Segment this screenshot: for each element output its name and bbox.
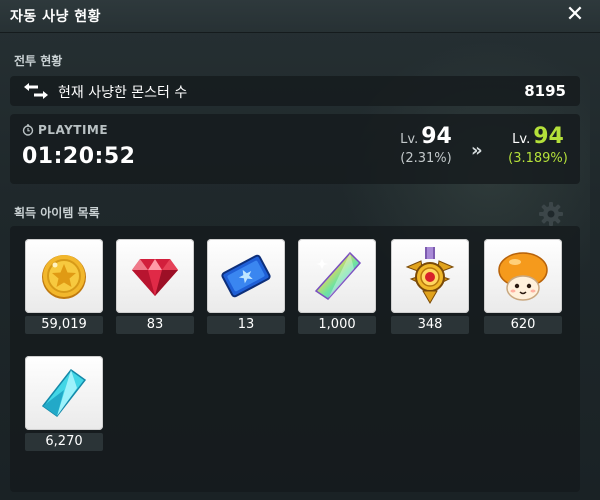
item-count: 1,000 xyxy=(298,316,376,334)
title-bar: 자동 사냥 현황 ✕ xyxy=(0,0,600,33)
level-after-number: 94 xyxy=(533,124,564,149)
item-count: 13 xyxy=(207,316,285,334)
item-count: 83 xyxy=(116,316,194,334)
item-icon-frame xyxy=(207,239,285,313)
clock-icon xyxy=(22,124,34,136)
items-section-label: 획득 아이템 목록 xyxy=(14,206,100,220)
item-icon-frame xyxy=(484,239,562,313)
item-count: 620 xyxy=(484,316,562,334)
level-before-prefix: Lv. xyxy=(400,132,419,147)
auto-hunt-status-window: 자동 사냥 현황 ✕ 전투 현황 현재 사냥한 몬스터 수 8195 PLAYT… xyxy=(0,0,600,500)
close-button[interactable]: ✕ xyxy=(562,2,588,28)
item-slot-medal[interactable]: 348 xyxy=(391,239,469,334)
items-panel: 59,019 83 13 1,000 348 620 6,270 xyxy=(10,226,580,492)
item-slot-orange-mushroom[interactable]: 620 xyxy=(484,239,562,334)
item-count: 6,270 xyxy=(25,433,103,451)
level-after: Lv. 94 (3.189%) xyxy=(498,124,578,166)
item-slot-cyan-crystal[interactable]: 6,270 xyxy=(25,356,103,451)
item-icon-frame xyxy=(116,239,194,313)
item-icon-frame xyxy=(25,239,103,313)
cyan-crystal-icon xyxy=(41,368,87,418)
monster-count-value: 8195 xyxy=(524,82,566,100)
gear-icon[interactable] xyxy=(537,200,565,228)
swap-arrows-icon xyxy=(24,83,48,99)
playtime-panel: PLAYTIME 01:20:52 Lv. 94 (2.31%) » Lv. 94 … xyxy=(10,114,580,184)
monster-count-label: 현재 사냥한 몬스터 수 xyxy=(58,85,188,101)
item-count: 348 xyxy=(391,316,469,334)
level-progress-arrow: » xyxy=(471,140,483,161)
level-before-number: 94 xyxy=(421,124,452,149)
item-icon-frame xyxy=(391,239,469,313)
battle-section-label: 전투 현황 xyxy=(14,54,63,68)
rainbow-crystal-icon xyxy=(314,251,362,300)
red-gem-icon xyxy=(132,259,178,296)
playtime-label: PLAYTIME xyxy=(38,123,109,137)
monster-count-row: 현재 사냥한 몬스터 수 8195 xyxy=(10,76,580,106)
item-slot-red-gem[interactable]: 83 xyxy=(116,239,194,334)
item-slot-blue-ticket[interactable]: 13 xyxy=(207,239,285,334)
level-before: Lv. 94 (2.31%) xyxy=(386,124,466,166)
medal-icon xyxy=(405,247,455,304)
blue-ticket-icon xyxy=(221,254,271,298)
item-count: 59,019 xyxy=(25,316,103,334)
orange-mushroom-icon xyxy=(498,252,548,301)
window-title: 자동 사냥 현황 xyxy=(10,9,102,25)
level-before-percent: (2.31%) xyxy=(400,151,452,166)
level-after-prefix: Lv. xyxy=(512,132,531,147)
playtime-value: 01:20:52 xyxy=(22,144,136,169)
item-slot-gold-coin[interactable]: 59,019 xyxy=(25,239,103,334)
gold-coin-icon xyxy=(42,255,86,299)
item-slot-rainbow-crystal[interactable]: 1,000 xyxy=(298,239,376,334)
item-icon-frame xyxy=(25,356,103,430)
item-icon-frame xyxy=(298,239,376,313)
level-after-percent: (3.189%) xyxy=(508,151,568,166)
